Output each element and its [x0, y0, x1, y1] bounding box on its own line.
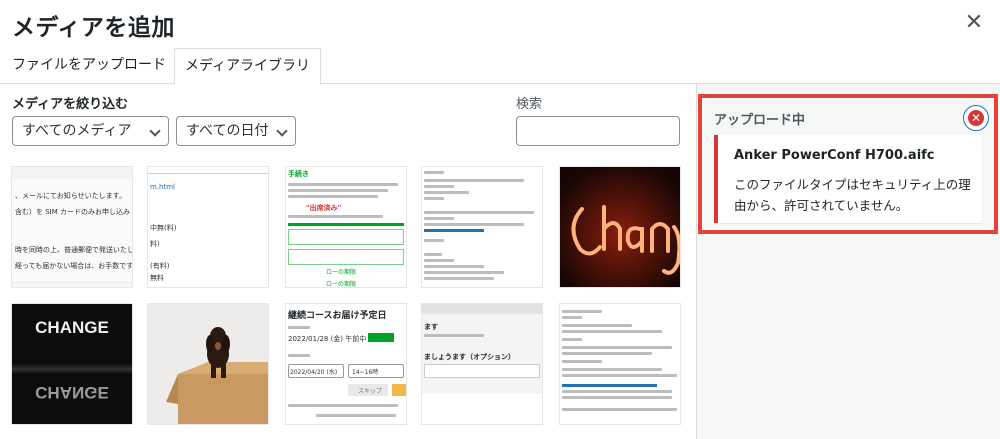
media-thumbnail[interactable]: 、メールにてお知らせいたします。 含む）を SIM カードのみお申し込み 時を同…	[11, 166, 133, 288]
dismiss-errors-button[interactable]: ✕	[963, 105, 989, 131]
thumb-text: 料)	[150, 240, 160, 248]
thumb-text: スキップ	[358, 388, 383, 395]
search-label: 検索	[516, 97, 543, 112]
media-thumbnail-dog[interactable]	[147, 303, 269, 425]
close-icon[interactable]: ✕	[962, 11, 986, 35]
thumb-text: CHANGE	[35, 383, 109, 402]
chevron-down-icon	[149, 125, 161, 137]
dog-in-box-image	[166, 327, 268, 424]
error-close-icon: ✕	[968, 110, 984, 126]
thumb-text: 経っても届かない場合は、お手数ですが	[15, 262, 133, 270]
tab-bar: ファイルをアップロード メディアライブラリ	[0, 48, 1000, 85]
error-filename: Anker PowerConf H700.aifc	[734, 148, 935, 163]
chevron-down-icon	[276, 125, 288, 137]
neon-sign-image	[560, 167, 680, 287]
thumb-text: 継続コースお届け予定日	[288, 311, 387, 321]
date-value: すべての日付	[186, 123, 269, 139]
thumb-text: CHANGE	[35, 318, 109, 337]
thumb-text: 無料	[150, 274, 164, 282]
tab-upload-files[interactable]: ファイルをアップロード	[2, 48, 176, 84]
media-type-select[interactable]: すべてのメディア	[12, 116, 169, 146]
thumb-text: ローの期限	[326, 269, 357, 276]
thumb-text: (有料)	[150, 262, 170, 270]
filter-label: メディアを絞り込む	[12, 97, 129, 112]
media-thumbnail[interactable]: 継続コースお届け予定日 2022/01/28 (金) 午前中 2022/04/2…	[285, 303, 407, 425]
media-thumbnail[interactable]	[559, 303, 681, 425]
thumb-text: 2022/04/20 (水)	[290, 369, 338, 376]
media-thumbnail[interactable]: ます ましょうます（オプション）	[421, 303, 543, 425]
thumb-text: ます	[424, 323, 438, 331]
media-thumbnail[interactable]	[421, 166, 543, 288]
error-message: このファイルタイプはセキュリティ上の理由から、許可されていません。	[734, 177, 971, 213]
uploading-title: アップロード中	[714, 113, 806, 128]
thumb-text: 中無(料)	[150, 224, 177, 232]
thumb-text: 手続き	[288, 170, 309, 178]
media-thumbnail[interactable]: m.html 中無(料) 料) (有料) 無料	[147, 166, 269, 288]
media-thumbnail-change[interactable]: CHANGE CHANGE	[11, 303, 133, 425]
thumb-text: 2022/01/28 (金) 午前中	[288, 335, 367, 343]
media-thumbnail-neon[interactable]	[559, 166, 681, 288]
search-input[interactable]	[516, 116, 680, 146]
media-type-value: すべてのメディア	[22, 123, 132, 139]
thumb-text: 時を同時の上、普通郵便で発送いたします	[15, 246, 132, 254]
thumb-text: m.html	[150, 183, 175, 191]
thumb-text: 含む）を SIM カードのみお申し込み	[15, 208, 130, 216]
date-select[interactable]: すべての日付	[176, 116, 296, 146]
upload-error-card: Anker PowerConf H700.aifc このファイルタイプはセキュリ…	[714, 135, 982, 223]
modal-title: メディアを追加	[12, 15, 175, 41]
thumb-text: 14~16時	[352, 369, 379, 376]
thumb-text: "出席済み"	[306, 204, 342, 212]
thumb-text: ローの期限	[326, 281, 357, 288]
thumb-text: 、メールにてお知らせいたします。	[15, 192, 126, 200]
media-thumbnail[interactable]: 手続き "出席済み" ローの期限 ローの期限	[285, 166, 407, 288]
thumb-text: ましょうます（オプション）	[424, 353, 515, 361]
tab-media-library[interactable]: メディアライブラリ	[174, 48, 322, 85]
